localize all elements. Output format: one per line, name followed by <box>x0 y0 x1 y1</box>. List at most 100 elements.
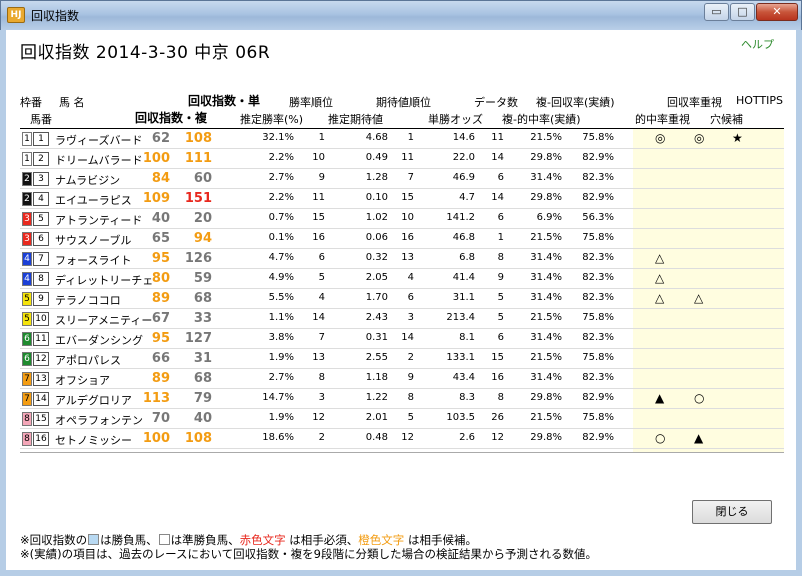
tekichu-juushi-mark: ▲ <box>694 431 704 445</box>
suitei-shoritsu-value: 1.1% <box>268 312 294 323</box>
table-bottom-divider <box>20 452 784 453</box>
umaban-badge: 14 <box>33 392 49 406</box>
suitei-kitaichi-value: 1.22 <box>365 392 388 403</box>
shoritsu-rank-value: 11 <box>312 192 325 203</box>
table-row: 4 8 ディレットリーチェ 80 59 4.9% 5 2.05 4 41.4 9 31.4% 82.3%… <box>20 269 784 289</box>
kaishu-fuku-value: 60 <box>193 171 212 186</box>
umaban-badge: 13 <box>33 372 49 386</box>
fuku-tekichu-value: 82.9% <box>582 152 614 163</box>
header-fuku-kaishu: 複-回収率(実績) <box>536 96 615 109</box>
fuku-tekichu-value: 82.3% <box>582 292 614 303</box>
horse-name: オペラフォンテン <box>55 414 143 427</box>
fuku-kaishu-value: 21.5% <box>530 312 562 323</box>
kitaichi-rank-value: 4 <box>407 272 414 283</box>
tansho-odds-value: 8.3 <box>459 392 475 403</box>
tansho-odds-value: 2.6 <box>459 432 475 443</box>
kaishu-tan-value: 66 <box>151 351 170 366</box>
tansho-odds-value: 22.0 <box>452 152 475 163</box>
horse-name: フォースライト <box>55 254 132 267</box>
fuku-kaishu-value: 31.4% <box>530 272 562 283</box>
suitei-shoritsu-value: 14.7% <box>262 392 294 403</box>
table-row: 8 16 セトノミッシー 100 108 18.6% 2 0.48 12 2.6 12 29.8% 82… <box>20 429 784 449</box>
kaishu-tan-value: 89 <box>151 291 170 306</box>
kaishu-juushi-mark: △ <box>655 291 665 305</box>
fuku-kaishu-value: 21.5% <box>530 232 562 243</box>
fuku-tekichu-value: 75.8% <box>582 132 614 143</box>
tansho-odds-value: 14.6 <box>452 132 475 143</box>
header-fuku-tekichu: 複-的中率(実績) <box>502 113 581 126</box>
fuku-tekichu-value: 82.3% <box>582 252 614 263</box>
kaishu-tan-value: 113 <box>142 391 170 406</box>
kaishu-tan-value: 89 <box>151 371 170 386</box>
table-row: 7 14 アルデグロリア 113 79 14.7% 3 1.22 8 8.3 8 29.8% 82.9%… <box>20 389 784 409</box>
tansho-odds-value: 133.1 <box>446 352 475 363</box>
umaban-badge: 10 <box>33 312 49 326</box>
kaishu-fuku-value: 108 <box>184 131 212 146</box>
footer-text: は相手候補。 <box>404 533 477 547</box>
suitei-shoritsu-value: 0.1% <box>268 232 294 243</box>
fuku-tekichu-value: 75.8% <box>582 232 614 243</box>
white-legend-box <box>158 534 170 545</box>
help-link[interactable]: ヘルプ <box>741 36 774 52</box>
table-row: 8 15 オペラフォンテン 70 40 1.9% 12 2.01 5 103.5 26 21.5% 75… <box>20 409 784 429</box>
footer-text: ※回収指数の <box>20 533 88 547</box>
suitei-kitaichi-value: 2.05 <box>365 272 388 283</box>
suitei-kitaichi-value: 1.18 <box>365 372 388 383</box>
close-button[interactable]: 閉じる <box>692 500 772 524</box>
table-row: 3 5 アトランティード 40 20 0.7% 15 1.02 10 141.2 6 6.9% 56.3… <box>20 209 784 229</box>
waku-badge: 8 <box>22 432 32 446</box>
kaishu-tan-value: 40 <box>151 211 170 226</box>
kitaichi-rank-value: 12 <box>401 432 414 443</box>
waku-badge: 1 <box>22 152 32 166</box>
suitei-kitaichi-value: 4.68 <box>365 132 388 143</box>
kaishu-tan-value: 95 <box>151 251 170 266</box>
data-count-value: 8 <box>497 392 504 403</box>
fuku-kaishu-value: 29.8% <box>530 152 562 163</box>
data-count-value: 6 <box>497 212 504 223</box>
tansho-odds-value: 46.9 <box>452 172 475 183</box>
suitei-kitaichi-value: 2.55 <box>365 352 388 363</box>
tansho-odds-value: 103.5 <box>446 412 475 423</box>
suitei-shoritsu-value: 32.1% <box>262 132 294 143</box>
horse-name: スリーアメニティー <box>55 314 153 327</box>
kaishu-tan-value: 62 <box>151 131 170 146</box>
kaishu-fuku-value: 20 <box>193 211 212 226</box>
tekichu-juushi-mark: ○ <box>694 391 705 405</box>
shoritsu-rank-value: 8 <box>318 372 325 383</box>
table-row: 2 3 ナムラビジン 84 60 2.7% 9 1.28 7 46.9 6 31.4% 82.3% <box>20 169 784 189</box>
tansho-odds-value: 6.8 <box>459 252 475 263</box>
suitei-shoritsu-value: 2.7% <box>268 372 294 383</box>
kaishu-fuku-value: 33 <box>193 311 212 326</box>
minimize-button[interactable]: ▭ <box>704 3 729 21</box>
data-count-value: 16 <box>491 372 504 383</box>
header-kaishu-tan: 回収指数・単 <box>188 94 261 108</box>
window-titlebar[interactable]: HJ 回収指数 ▭ □ ✕ <box>0 0 802 30</box>
tansho-odds-value: 4.7 <box>459 192 475 203</box>
kaishu-tan-value: 65 <box>151 231 170 246</box>
umaban-badge: 6 <box>33 232 49 246</box>
table-row: 5 10 スリーアメニティー 67 33 1.1% 14 2.43 3 213.4 5 21.5% 75… <box>20 309 784 329</box>
umaban-badge: 5 <box>33 212 49 226</box>
fuku-kaishu-value: 29.8% <box>530 432 562 443</box>
suitei-kitaichi-value: 0.48 <box>365 432 388 443</box>
fuku-kaishu-value: 29.8% <box>530 192 562 203</box>
data-count-value: 1 <box>497 232 504 243</box>
horse-name: エイユーラピス <box>55 194 132 207</box>
fuku-tekichu-value: 56.3% <box>582 212 614 223</box>
blue-legend-box <box>88 534 100 545</box>
header-shoritsu-rank: 勝率順位 <box>289 96 333 109</box>
shoritsu-rank-value: 16 <box>312 232 325 243</box>
footer-red-text: 赤色文字 <box>239 533 286 547</box>
kitaichi-rank-value: 14 <box>401 332 414 343</box>
kaishu-tan-value: 67 <box>151 311 170 326</box>
maximize-button[interactable]: □ <box>730 3 755 21</box>
umaban-badge: 11 <box>33 332 49 346</box>
data-count-value: 14 <box>491 152 504 163</box>
shoritsu-rank-value: 10 <box>312 152 325 163</box>
close-window-button[interactable]: ✕ <box>756 3 798 21</box>
header-ana-kouho: 穴候補 <box>710 113 743 126</box>
kitaichi-rank-value: 6 <box>407 292 414 303</box>
header-tansho-odds: 単勝オッズ <box>428 113 483 126</box>
table-row: 4 7 フォースライト 95 126 4.7% 6 0.32 13 6.8 8 31.4% 82.3% △ <box>20 249 784 269</box>
tansho-odds-value: 141.2 <box>446 212 475 223</box>
